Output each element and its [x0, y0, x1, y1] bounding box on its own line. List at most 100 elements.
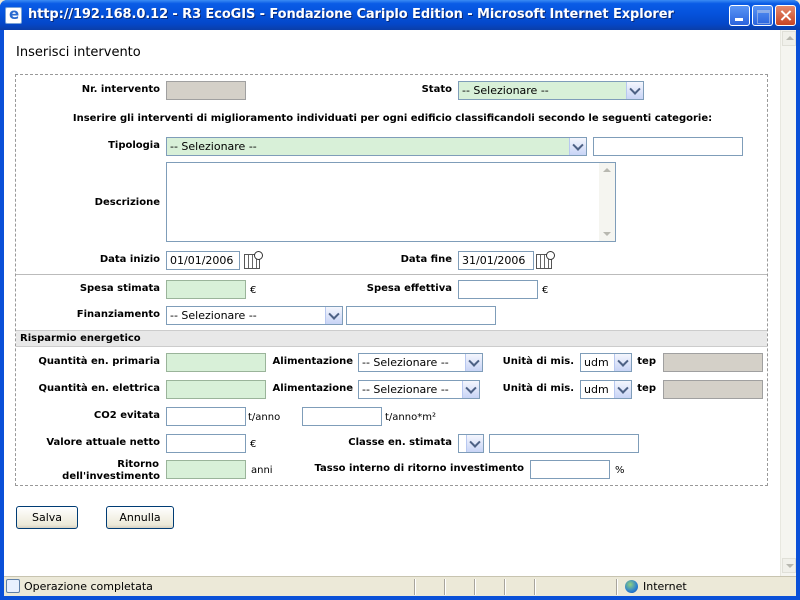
window-border — [0, 596, 800, 600]
textarea-scrollbar[interactable] — [599, 163, 615, 241]
minimize-button[interactable] — [729, 5, 750, 26]
alimentazione-label: Alimentazione — [272, 383, 353, 394]
co2-input[interactable] — [166, 407, 246, 426]
tasso-label: Tasso interno di ritorno investimento — [314, 463, 524, 474]
data-inizio-input[interactable]: 01/01/2006 — [166, 251, 240, 270]
spesa-stimata-label: Spesa stimata — [79, 283, 160, 294]
alimentazione-label: Alimentazione — [272, 356, 353, 367]
tep-primaria-field — [663, 353, 763, 372]
qta-primaria-label: Quantità en. primaria — [38, 356, 160, 367]
ritorno-label-line-2: dell'investimento — [62, 471, 160, 482]
percent-unit: % — [615, 465, 625, 476]
page-content: Inserisci intervento Nr. intervento Stat… — [4, 30, 796, 576]
tipologia-select[interactable]: -- Selezionare -- — [166, 137, 587, 156]
scroll-up-icon[interactable] — [782, 31, 796, 46]
status-divider — [444, 579, 446, 595]
ritorno-input[interactable] — [166, 460, 246, 479]
status-divider — [504, 579, 506, 595]
alimentazione-select-1[interactable]: -- Selezionare -- — [358, 353, 483, 372]
co2-unit-2: t/anno*m² — [385, 412, 436, 423]
tep-elettrica-field — [663, 380, 763, 399]
annulla-button[interactable]: Annulla — [106, 506, 174, 529]
unita-selected-value: udm — [584, 383, 609, 396]
chevron-down-icon — [466, 435, 483, 452]
page-title: Inserisci intervento — [16, 45, 141, 60]
classe-extra-input[interactable] — [489, 434, 639, 453]
finanziamento-extra-input[interactable] — [346, 306, 496, 325]
alimentazione-selected-value: -- Selezionare -- — [362, 383, 449, 396]
co2-m2-input[interactable] — [302, 407, 382, 426]
currency-symbol: € — [542, 285, 549, 296]
status-divider — [616, 579, 618, 595]
status-bar: Operazione completata Internet — [4, 576, 796, 596]
nr-intervento-label: Nr. intervento — [81, 84, 160, 95]
title-bar[interactable]: http://192.168.0.12 - R3 EcoGIS - Fondaz… — [0, 0, 800, 30]
tipologia-extra-input[interactable] — [593, 137, 743, 156]
browser-window: http://192.168.0.12 - R3 EcoGIS - Fondaz… — [0, 0, 800, 600]
alimentazione-select-2[interactable]: -- Selezionare -- — [358, 380, 480, 399]
chevron-down-icon — [614, 381, 631, 398]
finanziamento-selected-value: -- Selezionare -- — [170, 309, 257, 322]
descrizione-textarea[interactable] — [166, 162, 616, 242]
calendar-icon[interactable] — [244, 251, 263, 269]
status-divider — [414, 579, 416, 595]
status-divider — [474, 579, 476, 595]
classe-select[interactable] — [458, 434, 484, 453]
tasso-input[interactable] — [530, 460, 610, 479]
data-fine-label: Data fine — [400, 254, 452, 265]
intervento-form: Nr. intervento Stato -- Selezionare -- I… — [15, 74, 768, 486]
spesa-effettiva-input[interactable] — [458, 280, 538, 299]
currency-symbol: € — [250, 285, 257, 296]
salva-button[interactable]: Salva — [16, 506, 78, 529]
qta-elettrica-input[interactable] — [166, 380, 266, 399]
unita-select-1[interactable]: udm — [580, 353, 632, 372]
van-label: Valore attuale netto — [46, 437, 160, 448]
finanziamento-label: Finanziamento — [76, 309, 160, 320]
van-input[interactable] — [166, 434, 246, 453]
status-divider — [534, 579, 536, 595]
stato-select[interactable]: -- Selezionare -- — [458, 81, 644, 100]
close-button[interactable] — [775, 5, 796, 26]
chevron-down-icon — [614, 354, 631, 371]
co2-label: CO2 evitata — [93, 410, 160, 421]
chevron-down-icon — [569, 138, 586, 155]
ritorno-label-line-1: Ritorno — [117, 459, 159, 470]
alimentazione-selected-value: -- Selezionare -- — [362, 356, 449, 369]
currency-symbol: € — [250, 439, 257, 450]
classe-label: Classe en. stimata — [348, 437, 452, 448]
ritorno-label: Ritorno dell'investimento — [56, 459, 160, 483]
data-fine-input[interactable]: 31/01/2006 — [458, 251, 534, 270]
chevron-down-icon — [465, 354, 482, 371]
stato-selected-value: -- Selezionare -- — [462, 84, 549, 97]
unita-select-2[interactable]: udm — [580, 380, 632, 399]
tipologia-selected-value: -- Selezionare -- — [170, 140, 257, 153]
page-scrollbar[interactable] — [780, 30, 796, 576]
qta-elettrica-label: Quantità en. elettrica — [38, 383, 160, 394]
window-title: http://192.168.0.12 - R3 EcoGIS - Fondaz… — [28, 7, 674, 22]
chevron-down-icon — [626, 82, 643, 99]
risparmio-section-header: Risparmio energetico — [16, 330, 767, 347]
stato-label: Stato — [421, 84, 452, 95]
divider — [16, 274, 767, 275]
finanziamento-select[interactable]: -- Selezionare -- — [166, 306, 343, 325]
unita-label: Unità di mis. — [502, 383, 574, 394]
tipologia-label: Tipologia — [108, 140, 160, 151]
spesa-stimata-input[interactable] — [166, 280, 246, 299]
calendar-icon[interactable] — [536, 251, 555, 269]
globe-icon — [625, 580, 638, 593]
nr-intervento-field — [166, 81, 246, 100]
descrizione-label: Descrizione — [94, 197, 160, 208]
qta-primaria-input[interactable] — [166, 353, 266, 372]
security-zone-text: Internet — [643, 580, 687, 593]
unita-label: Unità di mis. — [502, 356, 574, 367]
ie-icon — [5, 5, 22, 24]
spesa-effettiva-label: Spesa effettiva — [366, 283, 452, 294]
co2-unit-1: t/anno — [248, 412, 281, 423]
maximize-button[interactable] — [752, 5, 773, 26]
chevron-down-icon — [325, 307, 342, 324]
scroll-down-icon[interactable] — [782, 558, 796, 573]
instructions-text: Inserire gli interventi di miglioramento… — [72, 113, 713, 124]
tep-label: tep — [637, 356, 656, 367]
tep-label: tep — [637, 383, 656, 394]
data-inizio-label: Data inizio — [99, 254, 160, 265]
